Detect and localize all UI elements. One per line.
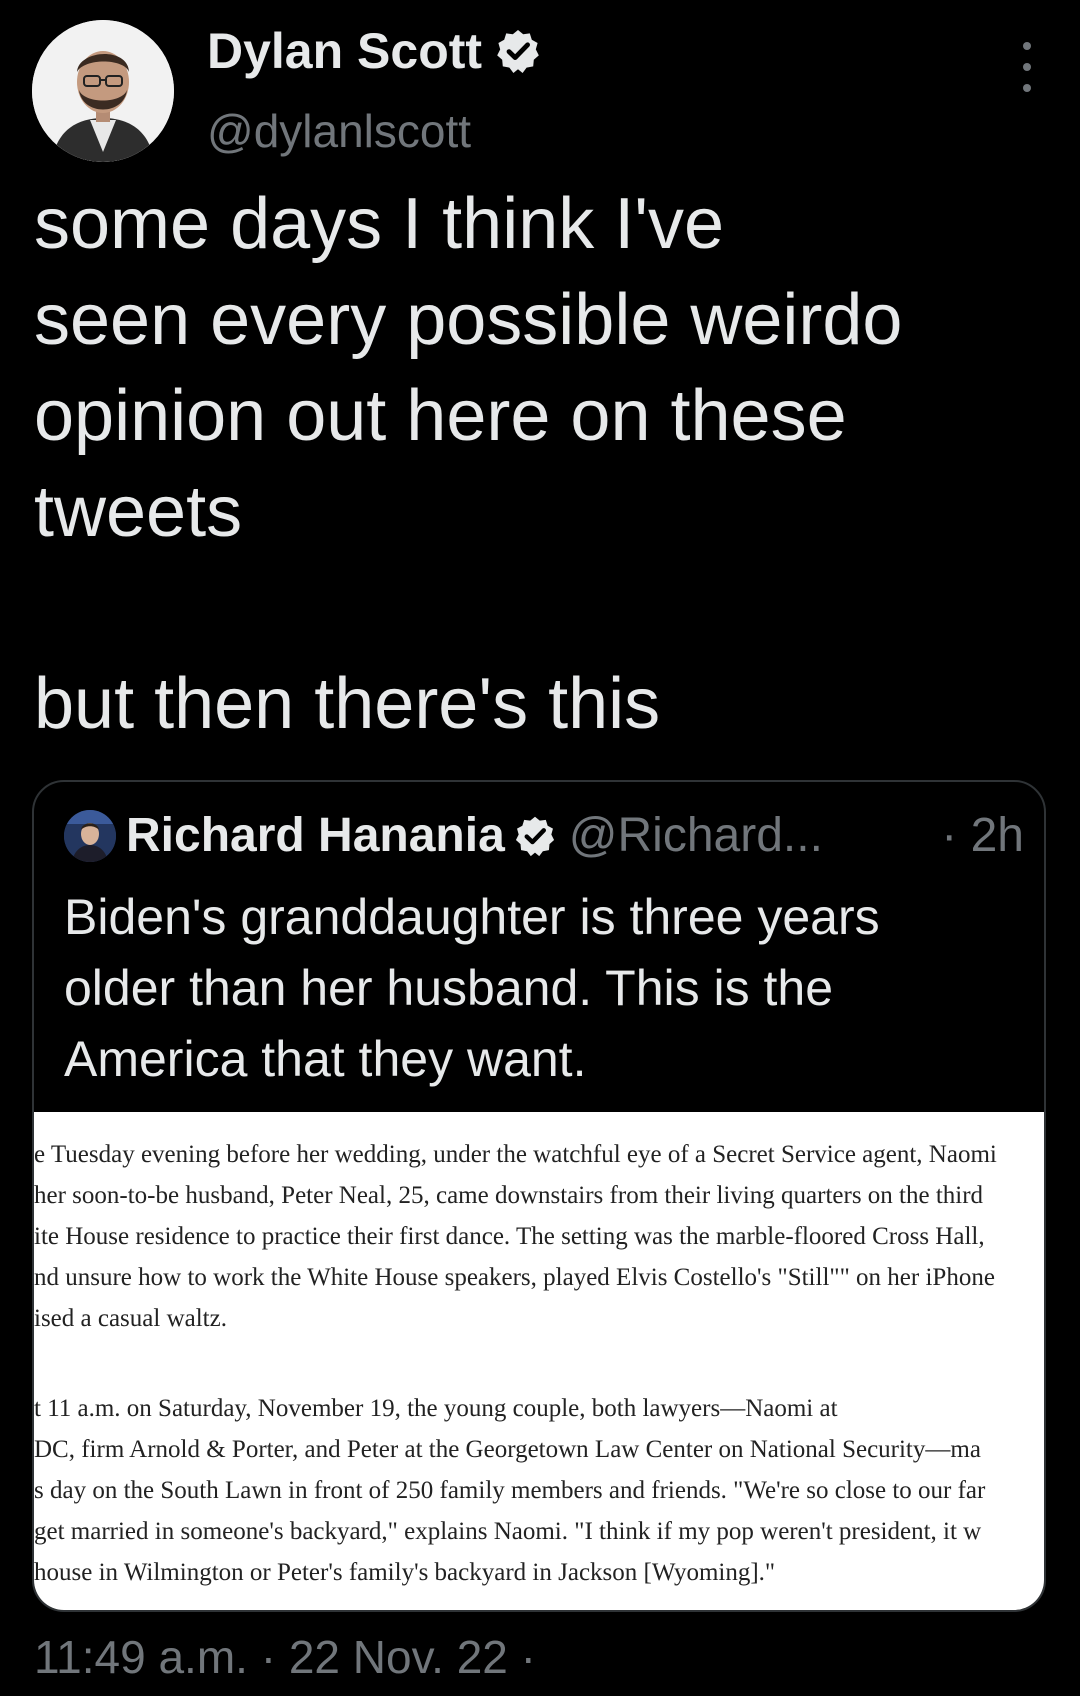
- quoted-tweet-header: Richard Hanania @Richard... · 2h: [64, 808, 1024, 863]
- tweet-timestamp[interactable]: 11:49 a.m. · 22 Nov. 22 ·: [34, 1630, 536, 1684]
- quoted-text-line: Biden's granddaughter is three years: [64, 889, 880, 945]
- tweet-text-line: seen every possible weirdo: [34, 280, 903, 360]
- tweet-text-line: opinion out here on these: [34, 376, 847, 456]
- verified-badge-icon: [497, 30, 539, 73]
- article-line: t 11 a.m. on Saturday, November 19, the …: [34, 1395, 838, 1422]
- article-line: get married in someone's backyard," expl…: [34, 1518, 982, 1545]
- quoted-author-avatar[interactable]: [64, 809, 116, 862]
- article-line: ite House residence to practice their fi…: [34, 1223, 985, 1250]
- quoted-author-name[interactable]: Richard Hanania: [126, 808, 505, 863]
- article-line: s day on the South Lawn in front of 250 …: [34, 1477, 986, 1504]
- quoted-avatar-portrait: [64, 809, 116, 862]
- quoted-text-line: older than her husband. This is the: [64, 960, 834, 1016]
- article-line: nd unsure how to work the White House sp…: [34, 1264, 995, 1291]
- quoted-tweet-time[interactable]: · 2h: [941, 808, 1024, 863]
- quoted-author-handle[interactable]: @Richard...: [569, 808, 823, 863]
- tweet-text-line: but then there's this: [34, 664, 661, 744]
- article-line: house in Wilmington or Peter's family's …: [34, 1559, 776, 1586]
- quoted-tweet-text: Biden's granddaughter is three years old…: [64, 882, 1014, 1095]
- author-handle[interactable]: @dylanlscott: [207, 104, 471, 158]
- author-avatar[interactable]: [32, 20, 174, 162]
- more-vertical-icon[interactable]: [1012, 42, 1042, 92]
- tweet-text-line: tweets: [34, 472, 243, 552]
- author-name[interactable]: Dylan Scott: [207, 22, 482, 80]
- article-line: ised a casual waltz.: [34, 1305, 227, 1332]
- quoted-tweet-image[interactable]: e Tuesday evening before her wedding, un…: [34, 1112, 1044, 1610]
- avatar-portrait: [32, 20, 174, 162]
- tweet-text-line: some days I think I've: [34, 184, 725, 264]
- tweet-text: some days I think I've seen every possib…: [34, 176, 1044, 752]
- article-line: DC, firm Arnold & Porter, and Peter at t…: [34, 1436, 981, 1463]
- quoted-text-line: America that they want.: [64, 1031, 587, 1087]
- article-paragraph: t 11 a.m. on Saturday, November 19, the …: [34, 1388, 1044, 1593]
- author-name-row[interactable]: Dylan Scott: [207, 22, 542, 80]
- quoted-tweet-card[interactable]: Richard Hanania @Richard... · 2h Biden's…: [32, 780, 1046, 1612]
- article-line: her soon-to-be husband, Peter Neal, 25, …: [34, 1182, 984, 1209]
- verified-badge-icon: [515, 816, 554, 856]
- article-paragraph: e Tuesday evening before her wedding, un…: [34, 1134, 1044, 1339]
- article-line: e Tuesday evening before her wedding, un…: [34, 1141, 997, 1168]
